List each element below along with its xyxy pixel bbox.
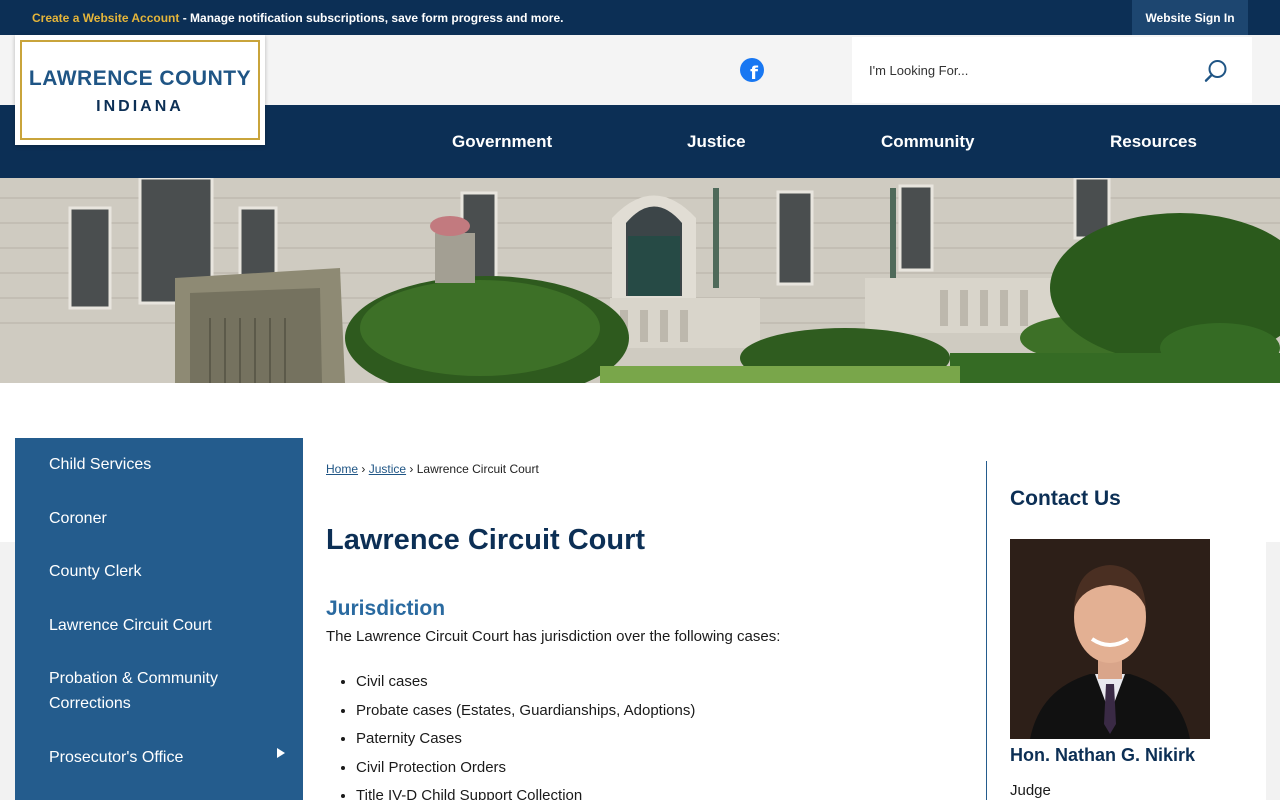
portrait-image [1010, 539, 1210, 739]
contact-heading: Contact Us [1010, 487, 1121, 510]
utility-bar: Create a Website Account - Manage notifi… [0, 0, 1280, 35]
nav-item-resources[interactable]: Resources [1110, 105, 1197, 178]
create-account-link[interactable]: Create a Website Account [32, 11, 179, 25]
section-heading: Jurisdiction [326, 597, 446, 620]
logo-title: LAWRENCE COUNTY [28, 67, 252, 90]
breadcrumb-current: Lawrence Circuit Court [416, 462, 539, 476]
breadcrumb-separator: › [409, 462, 414, 476]
judge-photo [1010, 539, 1210, 739]
sidebar-item-child-services[interactable]: Child Services [49, 452, 151, 477]
facebook-icon[interactable]: f [740, 58, 764, 82]
breadcrumb-separator: › [361, 462, 366, 476]
breadcrumb: Home › Justice › Lawrence Circuit Court [326, 462, 539, 476]
account-message-text: - Manage notification subscriptions, sav… [179, 11, 564, 25]
list-item: Civil cases [356, 672, 695, 701]
logo-subtitle: INDIANA [96, 98, 184, 115]
submenu-arrow-icon[interactable] [277, 748, 285, 758]
breadcrumb-justice[interactable]: Justice [369, 462, 406, 476]
nav-item-justice[interactable]: Justice [687, 105, 746, 178]
search-input[interactable] [862, 57, 1182, 83]
sign-in-button[interactable]: Website Sign In [1132, 0, 1248, 35]
list-item: Title IV-D Child Support Collection [356, 786, 695, 800]
courthouse-photo [0, 178, 1280, 383]
search-box [852, 37, 1252, 103]
nav-item-community[interactable]: Community [881, 105, 975, 178]
site-logo[interactable]: LAWRENCE COUNTY INDIANA [15, 35, 265, 145]
account-message: Create a Website Account - Manage notifi… [32, 11, 563, 25]
list-item: Probate cases (Estates, Guardianships, A… [356, 701, 695, 730]
sidebar-item-prosecutors-office[interactable]: Prosecutor's Office [49, 745, 183, 770]
judge-name[interactable]: Hon. Nathan G. Nikirk [1010, 745, 1195, 766]
page-title: Lawrence Circuit Court [326, 524, 646, 556]
sidebar-item-probation[interactable]: Probation & Community Corrections [49, 666, 269, 716]
list-item: Civil Protection Orders [356, 758, 695, 787]
list-item: Paternity Cases [356, 729, 695, 758]
breadcrumb-home[interactable]: Home [326, 462, 358, 476]
search-icon[interactable] [1204, 59, 1228, 83]
case-list: Civil cases Probate cases (Estates, Guar… [356, 672, 695, 800]
nav-item-government[interactable]: Government [452, 105, 552, 178]
column-divider [986, 461, 987, 800]
intro-text: The Lawrence Circuit Court has jurisdict… [326, 628, 781, 645]
sidebar-item-county-clerk[interactable]: County Clerk [49, 559, 141, 584]
judge-role: Judge [1010, 782, 1051, 799]
banner-image [0, 178, 1280, 383]
sidebar-item-coroner[interactable]: Coroner [49, 506, 107, 531]
sidebar-item-lawrence-circuit-court[interactable]: Lawrence Circuit Court [49, 613, 212, 638]
